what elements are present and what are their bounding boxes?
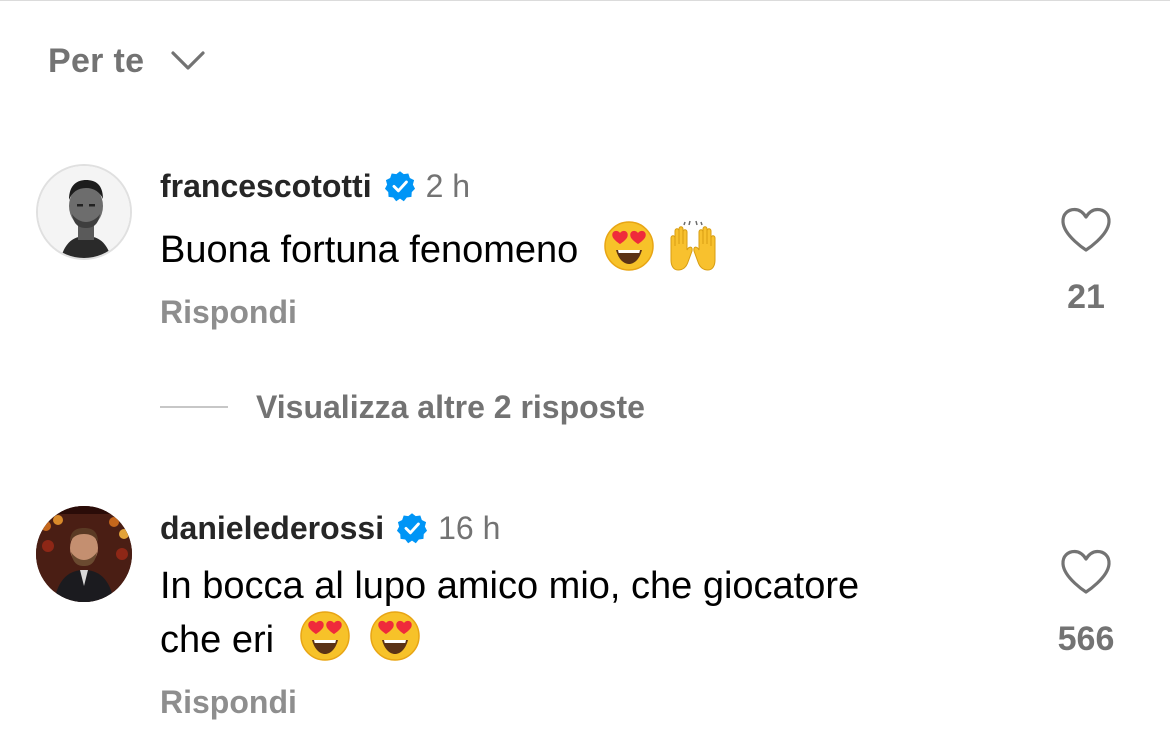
avatar-image: [36, 506, 132, 602]
comment-text: Buona fortuna fenomeno: [160, 220, 1020, 274]
comment-text-line-1: In bocca al lupo amico mio, che giocator…: [160, 565, 860, 607]
heart-eyes-emoji: [369, 610, 421, 662]
avatar-image: [38, 166, 130, 258]
reply-button[interactable]: Rispondi: [160, 684, 297, 721]
sort-label: Per te: [48, 41, 145, 80]
reply-button[interactable]: Rispondi: [160, 294, 297, 331]
timestamp: 16 h: [438, 509, 501, 546]
comment-sort-dropdown[interactable]: Per te: [48, 38, 206, 84]
comment-text-line-2-wrap: che eri: [160, 610, 1020, 664]
comment-text-content: Buona fortuna fenomeno: [160, 229, 579, 271]
heart-eyes-emoji: [299, 610, 351, 662]
comment-text-line-2: che eri: [160, 619, 275, 661]
avatar[interactable]: [36, 164, 132, 260]
comment-header: danielederossi 16 h: [160, 508, 500, 548]
verified-badge-icon: [384, 171, 415, 202]
like-group: 566: [1040, 548, 1132, 659]
like-count: 21: [1067, 278, 1105, 316]
view-replies-label: Visualizza altre 2 risposte: [256, 388, 645, 425]
heart-eyes-emoji: [603, 220, 655, 272]
replies-divider-line: [160, 406, 228, 408]
chevron-down-icon: [171, 51, 205, 70]
view-more-replies-button[interactable]: Visualizza altre 2 risposte: [160, 385, 645, 429]
verified-badge-icon: [397, 513, 428, 544]
timestamp: 2 h: [425, 167, 471, 204]
avatar[interactable]: [36, 506, 132, 602]
top-divider: [0, 0, 1170, 1]
like-count: 566: [1057, 620, 1115, 658]
username[interactable]: danielederossi: [160, 510, 384, 547]
comment-header: francescototti 2 h: [160, 166, 470, 206]
heart-icon[interactable]: [1059, 206, 1113, 254]
raising-hands-emoji: [667, 220, 719, 272]
heart-icon[interactable]: [1059, 548, 1113, 596]
comment-text: In bocca al lupo amico mio, che giocator…: [160, 562, 1020, 664]
like-group: 21: [1040, 206, 1132, 317]
username[interactable]: francescototti: [160, 168, 372, 205]
